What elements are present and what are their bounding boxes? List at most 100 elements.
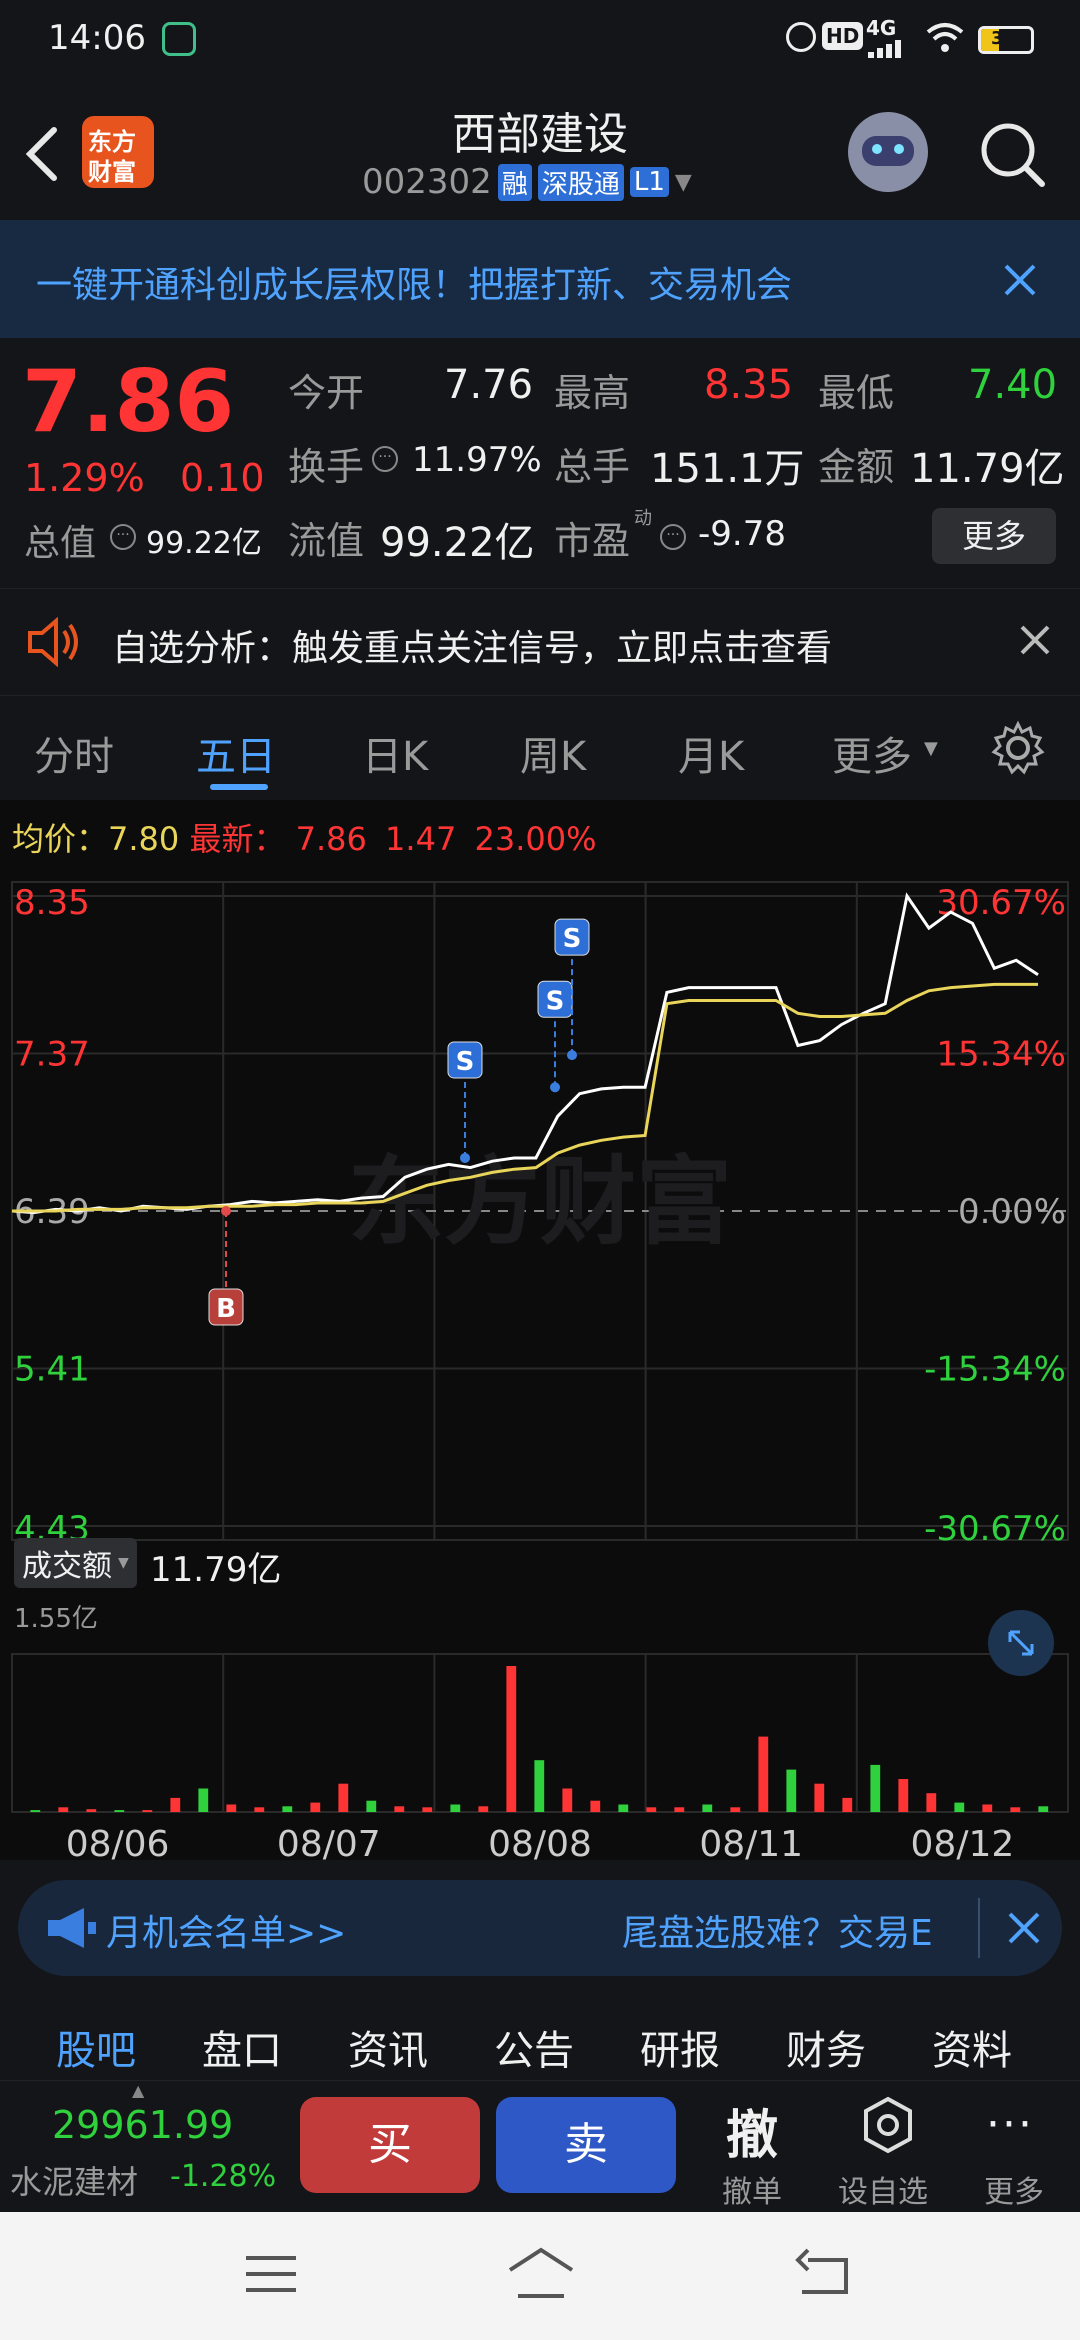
trade-marker-dot [221, 1206, 231, 1216]
tab-financials[interactable]: 财务 [786, 2018, 866, 2076]
back-nav-icon[interactable] [794, 2246, 854, 2304]
settings-gear-icon[interactable] [990, 720, 1046, 780]
trade-marker-dot [550, 1082, 560, 1093]
tab-orderbook[interactable]: 盘口 [202, 2018, 282, 2076]
tab-daily-k[interactable]: 日K [362, 724, 428, 782]
volume-bar [534, 1760, 545, 1812]
five-day-chart[interactable]: 均价：7.80 最新： 7.86 1.47 23.00% 东方财富 8.35 7.3… [0, 800, 1080, 1860]
stock-code-row[interactable]: 002302 融 深股通 L1 ▼ [362, 162, 692, 202]
high-value: 8.35 [704, 362, 794, 408]
home-icon[interactable] [506, 2246, 576, 2304]
sector-change: -1.28% [170, 2159, 277, 2194]
trade-marker-label: S [546, 986, 565, 1016]
volume-bar [506, 1666, 517, 1812]
cancel-order-label[interactable]: 撤单 [722, 2167, 782, 2211]
analysis-alert[interactable]: 自选分析：触发重点关注信号，立即点击查看 [0, 588, 1080, 696]
volume-value: 151.1万 [650, 446, 805, 492]
y-tick-right: -30.67% [924, 1509, 1066, 1549]
volume-bar [254, 1807, 265, 1812]
add-watchlist-icon[interactable] [860, 2095, 916, 2159]
tab-research[interactable]: 研报 [640, 2018, 720, 2076]
volume-bar [114, 1810, 125, 1812]
badge-connect: 深股通 [537, 163, 624, 201]
today-open-label: 今开 [288, 371, 365, 415]
menu-icon[interactable] [244, 2252, 298, 2300]
promo-banner[interactable]: 一键开通科创成长层权限！把握打新、交易机会 [0, 220, 1080, 338]
volume-bar [954, 1802, 965, 1812]
cancel-order-icon[interactable]: 撤 [726, 2093, 778, 2168]
low-value: 7.40 [968, 362, 1058, 408]
tab-more[interactable]: 更多 [832, 724, 912, 782]
tab-announcements[interactable]: 公告 [494, 2018, 574, 2076]
search-icon[interactable] [978, 120, 1048, 194]
ticker-close-icon[interactable] [1006, 1910, 1042, 1950]
close-icon[interactable] [1000, 260, 1040, 304]
total-value: 99.22亿 [146, 526, 262, 561]
more-button[interactable]: 更多 [932, 508, 1056, 564]
more-dots-icon[interactable]: ··· [986, 2099, 1034, 2150]
volume-bar [226, 1804, 237, 1812]
today-open: 7.76 [444, 362, 534, 408]
chart-period-tabs: 分时 五日 日K 周K 月K 更多 ▼ [0, 696, 1080, 800]
ticker-left-text: 月机会名单>> [106, 1913, 347, 1954]
buy-button[interactable]: 买 [300, 2097, 480, 2193]
pe-superscript: 动 [634, 508, 652, 529]
tab-intraday[interactable]: 分时 [34, 724, 114, 782]
sector-name[interactable]: 水泥建材 [10, 2157, 138, 2203]
add-watchlist-label[interactable]: 设自选 [838, 2167, 928, 2211]
volume-bar [786, 1769, 797, 1812]
turnover-info-icon[interactable]: ··· [372, 446, 398, 472]
tab-weekly-k[interactable]: 周K [520, 724, 586, 782]
hd-icon: HD [822, 22, 864, 50]
trade-marker-label: B [216, 1294, 236, 1324]
info-tabs: 股吧 盘口 资讯 公告 研报 财务 资料 [0, 2002, 1080, 2090]
volume-max-label: 1.55亿 [14, 1604, 98, 1634]
tab-news[interactable]: 资讯 [348, 2018, 428, 2076]
tab-profile[interactable]: 资料 [932, 2018, 1012, 2076]
trade-marker-label: S [456, 1047, 475, 1077]
stock-header: 东方 财富 西部建设 002302 融 深股通 L1 ▼ [0, 84, 1080, 220]
volume-bar [674, 1807, 685, 1812]
volume-bar [1010, 1807, 1021, 1812]
volume-bar [282, 1806, 293, 1812]
volume-bar [366, 1800, 377, 1812]
volume-label: 总手 [554, 445, 631, 489]
alert-close-icon[interactable] [1018, 623, 1052, 661]
info-icon[interactable]: ··· [110, 524, 136, 550]
tab-monthly-k[interactable]: 月K [678, 724, 744, 782]
chevron-down-icon: ▼ [674, 169, 692, 195]
x-tick-label: 08/08 [488, 1824, 592, 1860]
volume-bar [142, 1810, 153, 1812]
speaker-icon [26, 616, 82, 671]
volume-bar [982, 1804, 993, 1812]
current-price: 7.86 [22, 352, 235, 452]
trade-toolbar: ▲ 29961.99 水泥建材 -1.28% 买 卖 撤 撤单 设自选 ··· … [0, 2080, 1080, 2212]
tab-five-day[interactable]: 五日 [196, 724, 276, 782]
y-tick-left: 5.41 [14, 1350, 90, 1390]
change-amount: 0.10 [180, 456, 265, 500]
tab-forum[interactable]: 股吧 [56, 2018, 136, 2076]
expand-icon[interactable] [988, 1610, 1054, 1676]
promo-ticker-banner[interactable]: 月机会名单>> 尾盘选股难？交易E [18, 1880, 1062, 1976]
volume-bar [394, 1806, 405, 1812]
amount-value: 11.79亿 [910, 446, 1065, 492]
y-tick-left: 8.35 [14, 883, 90, 923]
volume-metric-caret-icon: ▼ [118, 1555, 129, 1571]
pe-info-icon[interactable]: ··· [660, 524, 686, 550]
volume-bar [702, 1804, 713, 1812]
y-tick-right: 30.67% [936, 883, 1066, 923]
volume-metric-selector[interactable]: 成交额 ▼ [14, 1538, 137, 1588]
ticker-right-text: 尾盘选股难？交易E [622, 1913, 933, 1954]
signal-icon [868, 40, 908, 58]
float-value: 99.22亿 [380, 520, 535, 566]
x-tick-label: 08/12 [911, 1824, 1015, 1860]
trade-marker-dot [460, 1152, 470, 1163]
quote-panel: 7.86 1.29% 0.10 总值 ··· 99.22亿 今开 7.76 最高… [0, 338, 1080, 588]
sell-button[interactable]: 卖 [496, 2097, 676, 2193]
robot-assistant-icon[interactable] [848, 112, 928, 192]
volume-bar [86, 1809, 97, 1812]
promo-text: 一键开通科创成长层权限！把握打新、交易机会 [36, 265, 793, 306]
volume-bar [478, 1806, 489, 1812]
more-label[interactable]: 更多 [984, 2167, 1044, 2211]
sector-index-value[interactable]: 29961.99 [52, 2103, 233, 2147]
